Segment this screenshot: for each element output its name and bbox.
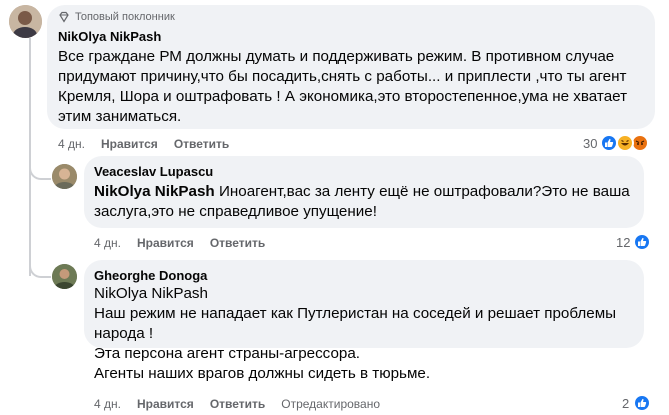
comment-text-overlay: NikOlya NikPash Наш режим не нападает ка… xyxy=(94,284,642,384)
top-fan-badge: Топовый поклонник xyxy=(58,11,175,23)
reaction-count[interactable]: 12 xyxy=(616,235,630,250)
reply-bubble: Veaceslav Lupascu NikOlya NikPash Иноаге… xyxy=(84,156,644,228)
diamond-icon xyxy=(59,11,69,23)
haha-reaction-icon[interactable] xyxy=(616,134,634,152)
avatar-photo-icon xyxy=(52,164,77,189)
comment-author-overlay[interactable]: Gheorghe Donoga xyxy=(94,268,207,283)
like-reaction-icon[interactable] xyxy=(633,233,651,251)
comment-author[interactable]: NikOlya NikPash xyxy=(58,29,161,44)
thread-connector-reply-1 xyxy=(29,150,51,180)
comment-line: этим заниматься. xyxy=(58,108,182,125)
like-button[interactable]: Нравится xyxy=(137,236,194,250)
like-reaction-icon[interactable] xyxy=(600,134,618,152)
reply-button[interactable]: Ответить xyxy=(210,236,265,250)
comment-line: народа ! xyxy=(94,325,154,342)
thread-connector-reply-2 xyxy=(29,252,51,278)
timestamp[interactable]: 4 дн. xyxy=(94,236,121,250)
comment-line: Агенты наших врагов должны сидеть в тюрь… xyxy=(94,365,431,382)
avatar[interactable] xyxy=(52,264,77,289)
comment-line: Эта персона агент страны-агрессора. xyxy=(94,345,361,362)
reaction-count[interactable]: 30 xyxy=(583,136,597,151)
like-button[interactable]: Нравится xyxy=(101,137,158,151)
comment-text: Все граждане РМ должны думать и поддержи… xyxy=(58,47,653,127)
comment-actions: 4 дн. Нравится Ответить xyxy=(94,236,281,250)
avatar[interactable] xyxy=(52,164,77,189)
badge-label: Топовый поклонник xyxy=(75,11,175,23)
comment-actions: 4 дн. Нравится Ответить xyxy=(58,137,245,151)
comment-line-text: Иноагент,вас за ленту ещё не оштрафовали… xyxy=(214,183,630,200)
comment-line: NikOlya NikPash xyxy=(94,285,208,302)
like-button[interactable]: Нравится xyxy=(137,397,194,411)
avatar-photo-icon xyxy=(52,264,77,289)
edited-label: Отредактировано xyxy=(281,397,381,411)
reply-button[interactable]: Ответить xyxy=(174,137,229,151)
comment-line: придумают причину,что бы посадить,снять … xyxy=(58,68,627,85)
comment-line: Все граждане РМ должны думать и поддержи… xyxy=(58,48,615,65)
comment-actions: 4 дн. Нравится Ответить Отредактировано xyxy=(94,397,396,411)
comment-bubble: Топовый поклонник NikOlya NikPash Все гр… xyxy=(47,5,655,129)
timestamp[interactable]: 4 дн. xyxy=(58,137,85,151)
reaction-count[interactable]: 2 xyxy=(622,396,629,411)
comment-text: NikOlya NikPash Иноагент,вас за ленту ещ… xyxy=(94,182,639,222)
comment-line: NikOlya NikPash Иноагент,вас за ленту ещ… xyxy=(94,182,639,202)
avatar[interactable] xyxy=(9,5,42,38)
comment-line: Наш режим не нападает как Путлеристан на… xyxy=(94,305,617,322)
mention-link[interactable]: NikOlya NikPash xyxy=(94,183,215,200)
comment-line: Кремля, Шора и оштрафовать ! А экономика… xyxy=(58,88,628,105)
reply-button[interactable]: Ответить xyxy=(210,397,265,411)
comment-line: заслуга,это не справедливое упущение! xyxy=(94,203,377,220)
comment-author[interactable]: Veaceslav Lupascu xyxy=(94,164,213,179)
timestamp[interactable]: 4 дн. xyxy=(94,397,121,411)
like-reaction-icon[interactable] xyxy=(633,394,651,412)
avatar-photo-icon xyxy=(9,5,42,38)
